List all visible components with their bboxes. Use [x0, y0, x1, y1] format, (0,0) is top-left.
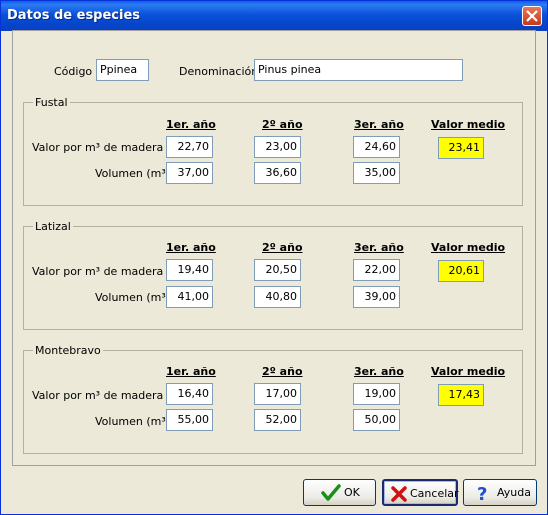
col-header-year2: 2º año — [262, 365, 303, 378]
group-title-montebravo: Montebravo — [33, 344, 103, 357]
montebravo-value-mean: 17,43 — [438, 384, 484, 406]
close-icon — [526, 10, 538, 22]
group-title-latizal: Latizal — [33, 220, 73, 233]
question-mark-icon: ? — [477, 484, 487, 502]
row-label-volume: Volumen (m³) — [95, 167, 171, 180]
help-button-label: Ayuda — [497, 486, 531, 499]
row-label-value: Valor por m³ de madera (€) — [32, 389, 183, 402]
name-label: Denominación — [179, 65, 259, 78]
help-button[interactable]: ? Ayuda — [463, 479, 537, 506]
latizal-volume-year2[interactable]: 40,80 — [254, 286, 301, 308]
code-label: Código — [54, 65, 93, 78]
latizal-volume-year1[interactable]: 41,00 — [166, 286, 213, 308]
row-label-volume: Volumen (m³) — [95, 415, 171, 428]
fustal-value-mean: 23,41 — [438, 137, 484, 159]
latizal-value-year3[interactable]: 22,00 — [353, 259, 400, 281]
code-field[interactable]: Ppinea — [96, 59, 149, 81]
col-header-mean: Valor medio — [431, 118, 506, 131]
montebravo-volume-year2[interactable]: 52,00 — [254, 409, 301, 431]
fustal-value-year1[interactable]: 22,70 — [166, 136, 213, 158]
fustal-value-year2[interactable]: 23,00 — [254, 136, 301, 158]
col-header-year3: 3er. año — [354, 365, 404, 378]
group-title-fustal: Fustal — [33, 96, 70, 109]
fustal-volume-year1[interactable]: 37,00 — [166, 162, 213, 184]
close-button[interactable] — [522, 6, 542, 26]
col-header-year2: 2º año — [262, 118, 303, 131]
montebravo-value-year1[interactable]: 16,40 — [166, 383, 213, 405]
col-header-mean: Valor medio — [431, 365, 506, 378]
fustal-value-year3[interactable]: 24,60 — [353, 136, 400, 158]
montebravo-volume-year3[interactable]: 50,00 — [353, 409, 400, 431]
ok-button-label: OK — [344, 486, 360, 499]
montebravo-value-year2[interactable]: 17,00 — [254, 383, 301, 405]
dialog-window: Datos de especies Código Ppinea Denomina… — [0, 0, 548, 515]
checkmark-icon — [321, 484, 341, 501]
col-header-year1: 1er. año — [166, 118, 216, 131]
col-header-year1: 1er. año — [166, 365, 216, 378]
fustal-volume-year2[interactable]: 36,60 — [254, 162, 301, 184]
title-bar[interactable]: Datos de especies — [1, 1, 547, 31]
col-header-mean: Valor medio — [431, 241, 506, 254]
cancel-x-icon — [391, 486, 407, 502]
col-header-year2: 2º año — [262, 241, 303, 254]
window-title: Datos de especies — [7, 8, 141, 23]
col-header-year3: 3er. año — [354, 118, 404, 131]
latizal-value-year1[interactable]: 19,40 — [166, 259, 213, 281]
cancel-button[interactable]: Cancelar — [382, 479, 459, 506]
row-label-value: Valor por m³ de madera (€) — [32, 265, 183, 278]
svg-text:?: ? — [477, 484, 487, 502]
ok-button[interactable]: OK — [303, 479, 376, 506]
latizal-value-year2[interactable]: 20,50 — [254, 259, 301, 281]
montebravo-value-year3[interactable]: 19,00 — [353, 383, 400, 405]
latizal-value-mean: 20,61 — [438, 260, 484, 282]
col-header-year1: 1er. año — [166, 241, 216, 254]
cancel-button-label: Cancelar — [410, 487, 459, 500]
name-field[interactable]: Pinus pinea — [254, 59, 463, 81]
latizal-volume-year3[interactable]: 39,00 — [353, 286, 400, 308]
col-header-year3: 3er. año — [354, 241, 404, 254]
montebravo-volume-year1[interactable]: 55,00 — [166, 409, 213, 431]
row-label-volume: Volumen (m³) — [95, 291, 171, 304]
fustal-volume-year3[interactable]: 35,00 — [353, 162, 400, 184]
row-label-value: Valor por m³ de madera (€) — [32, 141, 183, 154]
